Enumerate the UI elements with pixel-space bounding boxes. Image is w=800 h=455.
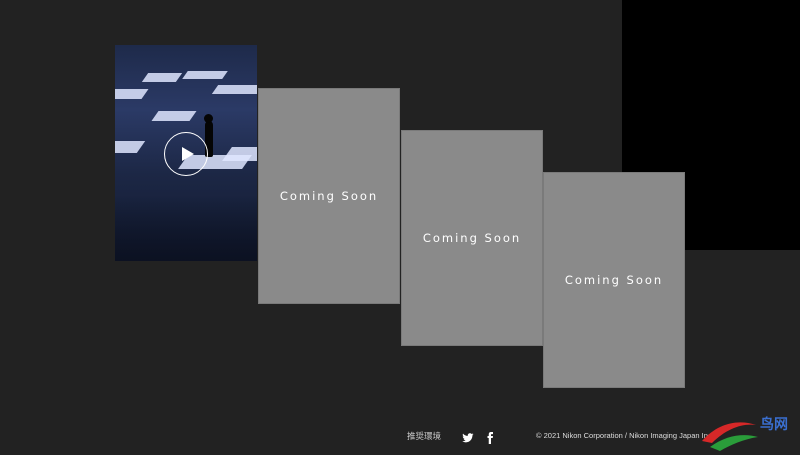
coming-soon-label: Coming Soon [279,189,379,203]
floor-light-tile [115,89,149,99]
facebook-icon[interactable] [484,429,496,444]
coming-soon-card-1: Coming Soon [258,88,400,304]
floor-light-tile [211,85,257,94]
video-card[interactable] [115,45,257,261]
copyright-text: © 2021 Nikon Corporation / Nikon Imaging… [536,431,714,440]
coming-soon-card-3: Coming Soon [543,172,685,388]
coming-soon-card-2: Coming Soon [401,130,543,346]
floor-light-tile [182,71,228,79]
watermark-text: 鸟网 [760,417,788,433]
coming-soon-label: Coming Soon [422,231,522,245]
floor-light-tile [222,147,257,161]
twitter-icon[interactable] [462,429,474,443]
floor-light-tile [141,73,183,82]
play-icon [181,147,194,161]
play-button[interactable] [164,132,208,176]
floor-light-tile [151,111,197,121]
recommended-environment-link[interactable]: 推奨環境 [407,430,441,442]
floor-light-tile [115,141,146,153]
image-shade [115,195,257,261]
coming-soon-label: Coming Soon [564,273,664,287]
